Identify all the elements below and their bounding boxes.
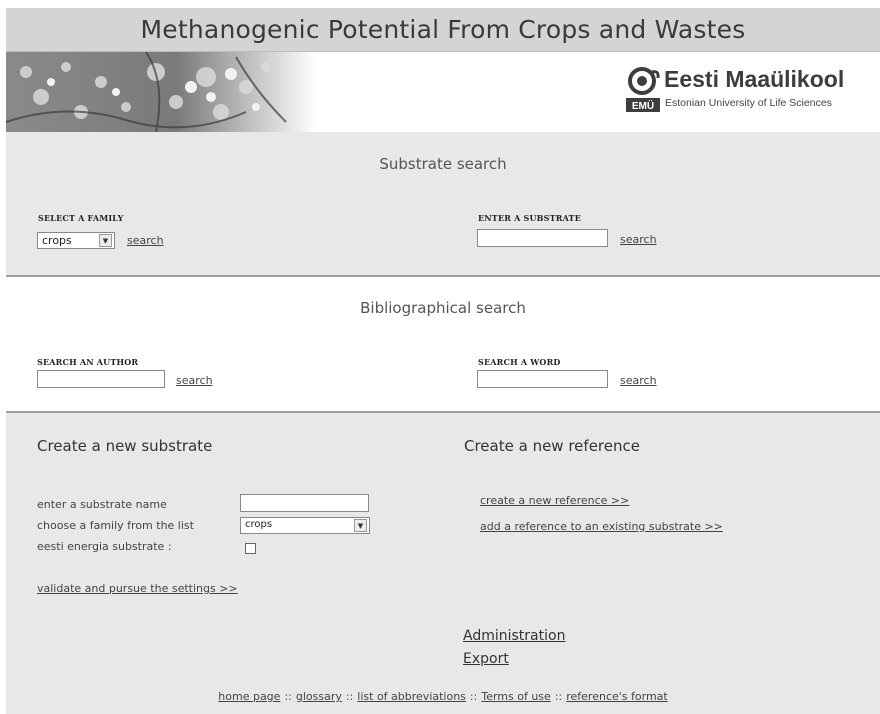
logo-mark-text: EMÜ (632, 99, 654, 112)
eesti-energia-label: eesti energia substrate : (37, 540, 172, 553)
create-substrate-title: Create a new substrate (37, 437, 213, 455)
word-search-link[interactable]: search (620, 374, 657, 387)
substrate-name-input[interactable] (240, 494, 369, 512)
logo-name: Eesti Maaülikool (664, 66, 845, 92)
family-select[interactable]: crops ▼ (37, 232, 115, 249)
footer-separator: :: (554, 690, 563, 703)
footer-separator: :: (345, 690, 354, 703)
add-reference-link[interactable]: add a reference to an existing substrate… (480, 520, 723, 533)
create-family-select[interactable]: crops ▼ (240, 517, 370, 534)
administration-link[interactable]: Administration (463, 628, 565, 644)
footer-glossary-link[interactable]: glossary (296, 690, 342, 703)
create-new-reference-link[interactable]: create a new reference >> (480, 494, 629, 507)
page-title: Methanogenic Potential From Crops and Wa… (140, 15, 746, 44)
family-select-value: crops (42, 234, 72, 247)
page: Methanogenic Potential From Crops and Wa… (0, 0, 880, 714)
substrate-search-title: Substrate search (379, 155, 507, 173)
author-input[interactable] (37, 370, 165, 388)
validate-settings-link[interactable]: validate and pursue the settings >> (37, 582, 238, 595)
substrate-search-link[interactable]: search (620, 233, 657, 246)
logo-subtitle: Estonian University of Life Sciences (665, 97, 832, 109)
enter-substrate-label: ENTER A SUBSTRATE (478, 213, 582, 223)
chevron-down-icon: ▼ (354, 519, 367, 532)
export-link[interactable]: Export (463, 651, 509, 667)
banner: EMÜ Eesti Maaülikool Estonian University… (6, 51, 880, 133)
footer-abbreviations-link[interactable]: list of abbreviations (357, 690, 466, 703)
create-family-select-value: crops (245, 519, 273, 530)
university-logo: EMÜ Eesti Maaülikool Estonian University… (626, 66, 876, 122)
word-input[interactable] (477, 370, 608, 388)
footer-home-link[interactable]: home page (218, 690, 280, 703)
create-section: Create a new substrate enter a substrate… (6, 413, 880, 714)
bibliographical-search-title: Bibliographical search (360, 299, 526, 317)
footer-links: home page:: glossary:: list of abbreviatio… (6, 690, 880, 703)
substrate-search-section: Substrate search SELECT A FAMILY crops ▼… (6, 132, 880, 277)
substrate-name-label: enter a substrate name (37, 498, 167, 511)
search-author-label: SEARCH AN AUTHOR (37, 357, 139, 367)
emu-logo-icon: EMÜ (626, 67, 660, 112)
choose-family-label: choose a family from the list (37, 519, 194, 532)
select-family-label: SELECT A FAMILY (38, 213, 124, 223)
author-search-link[interactable]: search (176, 374, 213, 387)
eesti-energia-checkbox[interactable] (245, 543, 256, 554)
chevron-down-icon: ▼ (99, 234, 112, 247)
substrate-input[interactable] (477, 229, 608, 247)
footer-separator: :: (469, 690, 478, 703)
bibliographical-search-section: Bibliographical search SEARCH AN AUTHOR … (6, 277, 880, 413)
footer-separator: :: (284, 690, 292, 703)
footer-terms-link[interactable]: Terms of use (481, 690, 550, 703)
search-word-label: SEARCH A WORD (478, 357, 561, 367)
family-search-link[interactable]: search (127, 234, 164, 247)
footer-reference-format-link[interactable]: reference's format (566, 690, 667, 703)
title-bar: Methanogenic Potential From Crops and Wa… (6, 8, 880, 51)
blossom-banner-image (6, 52, 316, 132)
create-reference-title: Create a new reference (464, 437, 640, 455)
